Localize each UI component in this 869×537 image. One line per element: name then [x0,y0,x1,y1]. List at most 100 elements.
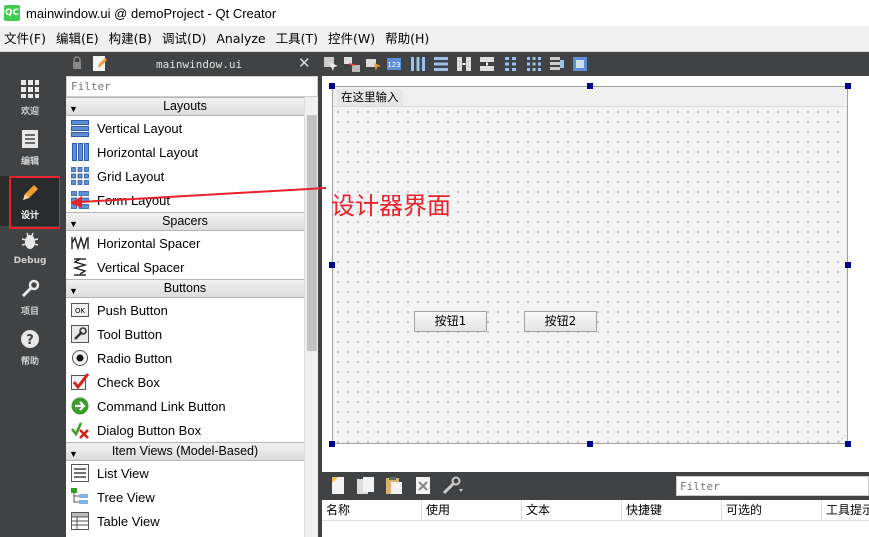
mode-label: 欢迎 [20,107,39,117]
layout-vertical-icon[interactable] [432,55,450,73]
push-button-icon: OK [69,299,91,321]
list-view-icon [69,462,91,484]
paste-action-icon[interactable] [385,476,403,498]
action-filter-input[interactable] [676,476,869,496]
title-bar: QC mainwindow.ui @ demoProject - Qt Crea… [0,0,869,26]
widget-tool-button[interactable]: Tool Button [66,322,304,346]
widget-form-layout[interactable]: Form Layout [66,188,304,212]
widget-grid-layout[interactable]: Grid Layout [66,164,304,188]
mode-label: 编辑 [20,157,39,167]
break-layout-icon[interactable] [548,55,566,73]
type-here-menu-item[interactable]: 在这里输入 [337,89,403,106]
collapse-triangle-icon: ▼ [69,104,78,114]
column-checkable[interactable]: 可选的 [722,500,822,521]
widget-label: Horizontal Spacer [97,235,201,251]
resize-handle[interactable] [587,441,593,447]
delete-action-icon[interactable] [415,476,431,498]
widget-push-button[interactable]: OK Push Button [66,298,304,322]
editor-toolbar: mainwindow.ui ▼ ✕ [66,52,354,76]
widget-vertical-spacer[interactable]: Vertical Spacer [66,255,304,279]
widget-list-view[interactable]: List View [66,461,304,485]
vertical-layout-icon [69,117,91,139]
widget-horizontal-layout[interactable]: Horizontal Layout [66,140,304,164]
resize-handle[interactable] [329,83,335,89]
menu-bar: 文件(F) 编辑(E) 构建(B) 调试(D) Analyze 工具(T) 控件… [0,26,869,52]
new-action-icon[interactable] [330,476,346,498]
menu-debug[interactable]: 调试(D) [158,26,212,52]
open-file-name: mainwindow.ui [156,57,243,71]
form-button-2[interactable]: 按钮2 [524,311,597,332]
layout-splitter-vertical-icon[interactable] [478,55,496,73]
resize-handle[interactable] [845,262,851,268]
category-item-views[interactable]: ▼ Item Views (Model-Based) [66,442,304,461]
widget-label: Form Layout [97,192,170,208]
close-icon[interactable]: ✕ [298,54,311,72]
widget-horizontal-spacer[interactable]: Horizontal Spacer [66,231,304,255]
copy-action-icon[interactable] [356,476,376,498]
layout-splitter-horizontal-icon[interactable] [455,55,473,73]
widget-filter-input[interactable] [66,76,318,97]
menu-widgets[interactable]: 控件(W) [324,26,381,52]
document-icon [18,127,42,151]
action-table-header: 名称 使用 文本 快捷键 可选的 工具提示 [322,500,869,521]
category-label: Item Views (Model-Based) [111,444,259,458]
layout-grid-icon[interactable] [525,55,543,73]
mode-welcome[interactable]: 欢迎 [0,72,60,122]
column-shortcut[interactable]: 快捷键 [622,500,722,521]
column-used[interactable]: 使用 [422,500,522,521]
column-tooltip[interactable]: 工具提示 [822,500,869,521]
scrollbar-thumb[interactable] [307,115,317,351]
configure-wrench-icon[interactable] [442,476,464,498]
edit-signals-slots-icon[interactable] [343,55,361,73]
column-text[interactable]: 文本 [522,500,622,521]
collapse-triangle-icon: ▼ [69,219,78,229]
edit-tab-order-icon[interactable]: 123 [385,55,403,73]
main-window-form[interactable]: 在这里输入 按钮1 按钮2 ⋰ [332,86,848,444]
layout-horizontal-icon[interactable] [409,55,427,73]
widget-label: Command Link Button [97,398,226,414]
widget-command-link-button[interactable]: Command Link Button [66,394,304,418]
horizontal-layout-icon [69,141,91,163]
column-name[interactable]: 名称 [322,500,422,521]
qt-creator-logo-icon: QC [4,5,20,21]
edit-buddies-icon[interactable] [364,55,382,73]
help-icon: ? [18,327,42,351]
menu-file[interactable]: 文件(F) [0,26,52,52]
mode-help[interactable]: ? 帮助 [0,322,60,372]
menu-tools[interactable]: 工具(T) [272,26,324,52]
resize-handle[interactable] [329,262,335,268]
category-spacers[interactable]: ▼ Spacers [66,212,304,231]
form-button-1[interactable]: 按钮1 [414,311,487,332]
category-buttons[interactable]: ▼ Buttons [66,279,304,298]
mode-projects[interactable]: 项目 [0,272,60,322]
resize-handle[interactable] [329,441,335,447]
widget-label: Table View [97,513,160,529]
menu-edit[interactable]: 编辑(E) [52,26,105,52]
annotation-label: 设计器界面 [331,192,451,220]
resize-handle[interactable] [845,83,851,89]
form-editor-canvas: 在这里输入 按钮1 按钮2 ⋰ [322,76,869,472]
mode-edit[interactable]: 编辑 [0,122,60,172]
layout-form-icon[interactable] [502,55,520,73]
category-layouts[interactable]: ▼ Layouts [66,97,304,116]
mode-debug[interactable]: Debug [0,222,60,272]
menu-analyze[interactable]: Analyze [212,26,271,52]
widget-box-scrollbar[interactable] [304,97,318,537]
collapse-triangle-icon: ▼ [69,449,78,459]
wrench-icon [18,277,42,301]
form-menu-bar: 在这里输入 [333,87,847,107]
edit-widgets-icon[interactable] [322,55,340,73]
menu-help[interactable]: 帮助(H) [381,26,435,52]
resize-handle[interactable] [845,441,851,447]
collapse-triangle-icon: ▼ [69,286,78,296]
adjust-size-icon[interactable] [571,55,589,73]
widget-table-view[interactable]: Table View [66,509,304,533]
widget-check-box[interactable]: Check Box [66,370,304,394]
widget-radio-button[interactable]: Radio Button [66,346,304,370]
lock-icon[interactable] [70,56,84,73]
widget-vertical-layout[interactable]: Vertical Layout [66,116,304,140]
widget-dialog-button-box[interactable]: Dialog Button Box [66,418,304,442]
menu-build[interactable]: 构建(B) [105,26,158,52]
widget-tree-view[interactable]: Tree View [66,485,304,509]
resize-handle[interactable] [587,83,593,89]
